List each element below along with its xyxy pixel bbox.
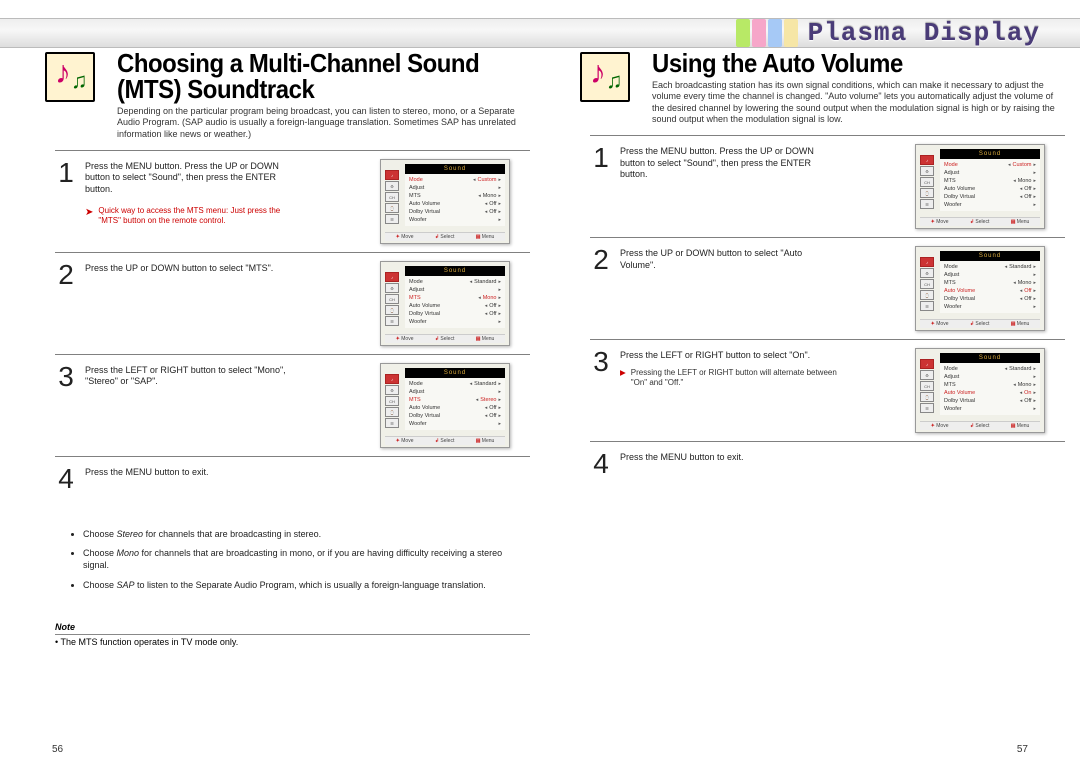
music-icon: ♪♫ — [580, 52, 630, 102]
page-right: ♪♫ Using the Auto Volume Each broadcasti… — [580, 50, 1075, 730]
step-row: 4 Press the MENU button to exit. — [590, 441, 1065, 486]
list-item: Choose SAP to listen to the Separate Aud… — [83, 580, 530, 592]
osd-screenshot: ♪⚙CH⌚☰SoundMode◂Standard▸Adjust▸MTS◂Mono… — [915, 348, 1045, 433]
step-row: 1 Press the MENU button. Press the UP or… — [55, 150, 530, 252]
list-item: Choose Stereo for channels that are broa… — [83, 529, 530, 541]
list-item: Choose Mono for channels that are broadc… — [83, 548, 530, 571]
step-number: 3 — [590, 348, 612, 376]
step-text: Press the UP or DOWN button to select "A… — [620, 246, 840, 271]
right-steps: 1 Press the MENU button. Press the UP or… — [590, 135, 1065, 486]
step-row: 2 Press the UP or DOWN button to select … — [55, 252, 530, 354]
right-intro: Each broadcasting station has its own si… — [652, 80, 1062, 125]
step-number: 4 — [55, 465, 77, 493]
osd-screenshot: ♪⚙CH⌚☰SoundMode◂Custom▸Adjust▸MTS◂Mono▸A… — [915, 144, 1045, 229]
sub-bullet: ▶ Pressing the LEFT or RIGHT button will… — [620, 368, 840, 389]
page-number-right: 57 — [1017, 744, 1028, 755]
step-row: 4 Press the MENU button to exit. — [55, 456, 530, 501]
step-row: 1 Press the MENU button. Press the UP or… — [590, 135, 1065, 237]
music-icon: ♪♫ — [45, 52, 95, 102]
bullet-icon: ▶ — [620, 368, 626, 378]
left-steps: 1 Press the MENU button. Press the UP or… — [55, 150, 530, 501]
osd-screenshot: ♪⚙CH⌚☰SoundMode◂Standard▸Adjust▸MTS◂Ster… — [380, 363, 510, 448]
left-intro: Depending on the particular program bein… — [117, 106, 527, 140]
arrow-icon: ➤ — [85, 206, 93, 219]
step-number: 1 — [590, 144, 612, 172]
osd-screenshot: ♪⚙CH⌚☰SoundMode◂Custom▸Adjust▸MTS◂Mono▸A… — [380, 159, 510, 244]
note-label: Note — [55, 622, 530, 635]
osd-screenshot: ♪⚙CH⌚☰SoundMode◂Standard▸Adjust▸MTS◂Mono… — [915, 246, 1045, 331]
step-text: Press the MENU button to exit. — [85, 465, 305, 479]
note-block: Note • The MTS function operates in TV m… — [55, 622, 530, 647]
step-text: Press the LEFT or RIGHT button to select… — [620, 348, 840, 388]
step-number: 3 — [55, 363, 77, 391]
choices-list: Choose Stereo for channels that are broa… — [55, 529, 530, 592]
quick-tip: ➤ Quick way to access the MTS menu: Just… — [85, 206, 305, 227]
step-text: Press the MENU button to exit. — [620, 450, 840, 464]
right-title: Using the Auto Volume — [652, 50, 1032, 76]
step-row: 2 Press the UP or DOWN button to select … — [590, 237, 1065, 339]
brand-tiles — [736, 19, 798, 47]
page-number-left: 56 — [52, 744, 63, 755]
note-text: • The MTS function operates in TV mode o… — [55, 637, 530, 647]
step-number: 2 — [55, 261, 77, 289]
step-number: 4 — [590, 450, 612, 478]
left-title: Choosing a Multi-Channel Sound (MTS) Sou… — [117, 50, 497, 102]
step-number: 2 — [590, 246, 612, 274]
step-text: Press the LEFT or RIGHT button to select… — [85, 363, 305, 388]
step-text: Press the MENU button. Press the UP or D… — [620, 144, 840, 181]
step-row: 3 Press the LEFT or RIGHT button to sele… — [55, 354, 530, 456]
osd-screenshot: ♪⚙CH⌚☰SoundMode◂Standard▸Adjust▸MTS◂Mono… — [380, 261, 510, 346]
brand-text: Plasma Display — [808, 18, 1040, 48]
step-text: Press the MENU button. Press the UP or D… — [85, 159, 305, 227]
step-number: 1 — [55, 159, 77, 187]
step-row: 3 Press the LEFT or RIGHT button to sele… — [590, 339, 1065, 441]
step-text: Press the UP or DOWN button to select "M… — [85, 261, 305, 275]
page-left: ♪♫ Choosing a Multi-Channel Sound (MTS) … — [45, 50, 540, 730]
